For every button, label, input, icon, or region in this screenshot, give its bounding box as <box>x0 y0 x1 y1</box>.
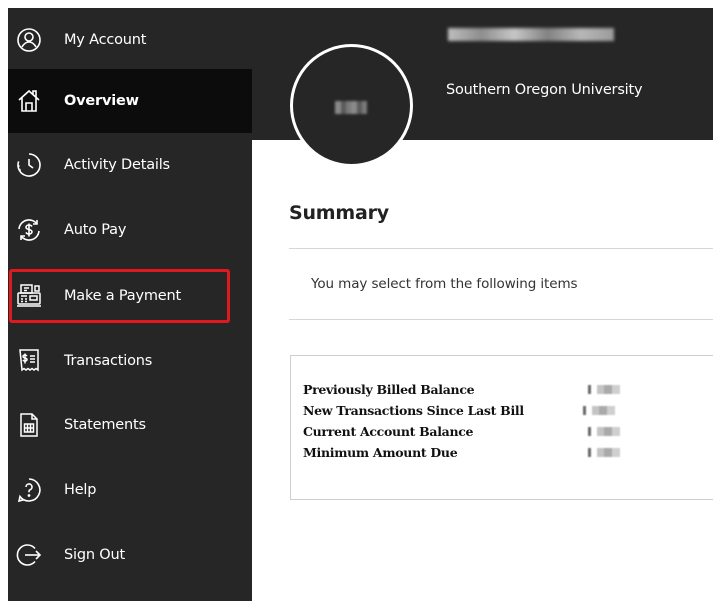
balance-label: Current Account Balance <box>303 424 474 439</box>
document-grid-icon <box>16 412 42 438</box>
divider <box>289 248 713 249</box>
sidebar-item-overview[interactable]: Overview <box>8 69 252 133</box>
user-circle-icon <box>16 27 42 53</box>
balance-summary-box: Previously Billed Balance New Transactio… <box>290 355 713 500</box>
balance-label: New Transactions Since Last Bill <box>303 403 524 418</box>
sidebar-item-label: Help <box>64 482 97 498</box>
sidebar-item-label: My Account <box>64 32 147 48</box>
sidebar-item-activity-details[interactable]: Activity Details <box>8 133 252 197</box>
balance-value-redacted <box>588 385 620 394</box>
receipt-dollar-icon <box>16 348 42 374</box>
sidebar-item-label: Activity Details <box>64 157 170 173</box>
balance-value-redacted <box>588 427 620 436</box>
page-title: Summary <box>289 202 389 224</box>
sidebar-item-sign-out[interactable]: Sign Out <box>8 523 252 587</box>
avatar-initials-redacted <box>335 101 367 114</box>
sidebar-item-label: Statements <box>64 417 146 433</box>
sidebar-item-label: Make a Payment <box>64 288 181 304</box>
sidebar-item-auto-pay[interactable]: Auto Pay <box>8 198 252 262</box>
select-instructions: You may select from the following items <box>311 276 578 292</box>
sidebar-item-label: Sign Out <box>64 547 125 563</box>
sign-out-icon <box>16 542 42 568</box>
sidebar-item-label: Overview <box>64 93 139 109</box>
user-name-redacted <box>448 28 614 41</box>
university-name: Southern Oregon University <box>446 82 643 98</box>
help-circle-icon <box>16 477 42 503</box>
sidebar: My Account Overview Activity Details Aut… <box>8 8 252 601</box>
payment-terminal-icon <box>16 283 42 309</box>
sidebar-item-my-account[interactable]: My Account <box>8 8 252 72</box>
home-icon <box>16 88 42 114</box>
refresh-dollar-icon <box>16 217 42 243</box>
balance-value-redacted <box>588 448 620 457</box>
sidebar-item-statements[interactable]: Statements <box>8 393 252 457</box>
balance-label: Minimum Amount Due <box>303 445 458 460</box>
sidebar-item-transactions[interactable]: Transactions <box>8 329 252 393</box>
sidebar-item-help[interactable]: Help <box>8 458 252 522</box>
clock-icon <box>16 152 42 178</box>
balance-label: Previously Billed Balance <box>303 382 475 397</box>
sidebar-item-label: Transactions <box>64 353 153 369</box>
sidebar-item-make-a-payment[interactable]: Make a Payment <box>8 264 252 328</box>
avatar[interactable] <box>290 44 413 167</box>
page: My Account Overview Activity Details Aut… <box>8 8 713 601</box>
divider <box>289 319 713 320</box>
balance-value-redacted <box>583 406 615 415</box>
sidebar-item-label: Auto Pay <box>64 222 127 238</box>
